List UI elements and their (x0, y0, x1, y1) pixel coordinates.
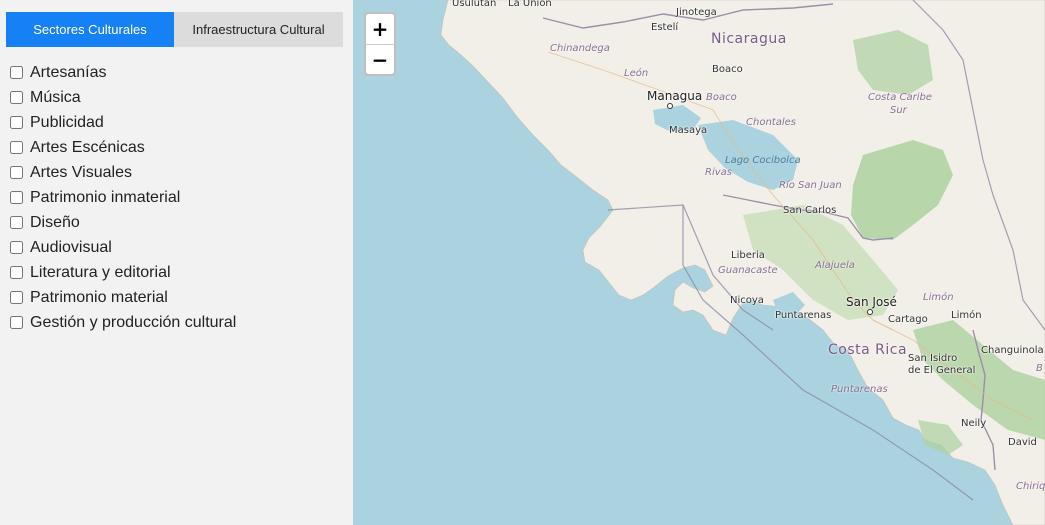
category-item-artes-visuales[interactable]: Artes Visuales (10, 160, 236, 185)
category-item-publicidad[interactable]: Publicidad (10, 110, 236, 135)
category-label: Artesanías (30, 63, 107, 81)
label-david: David (1008, 437, 1037, 448)
label-leon: León (624, 68, 649, 79)
label-jinotega: Jinotega (676, 7, 717, 18)
category-label: Literatura y editorial (30, 263, 171, 281)
label-costa-rica: Costa Rica (828, 342, 908, 358)
label-de-el-general: de El General (908, 365, 976, 376)
label-san-isidro: San Isidro (908, 353, 958, 364)
category-checkbox[interactable] (10, 116, 23, 129)
label-rio-san-juan: Río San Juan (779, 180, 842, 191)
label-chiriqui: Chiriq (1016, 481, 1045, 492)
category-checkbox[interactable] (10, 241, 23, 254)
category-list: Artesanías Música Publicidad Artes Escén… (10, 60, 236, 335)
label-san-jose: San José (846, 295, 897, 309)
label-nicoya: Nicoya (730, 295, 764, 306)
category-label: Gestión y producción cultural (30, 313, 237, 331)
label-bocas-partial: B (1036, 363, 1043, 374)
category-label: Patrimonio material (30, 288, 168, 306)
map-tiles[interactable] (353, 0, 1045, 525)
category-checkbox[interactable] (10, 316, 23, 329)
category-checkbox[interactable] (10, 191, 23, 204)
label-puntarenas-city: Puntarenas (775, 310, 832, 321)
capital-marker-managua (667, 103, 673, 109)
label-lago-cocibolca: Lago Cocibolca (725, 155, 801, 166)
category-item-patrimonio-material[interactable]: Patrimonio material (10, 285, 236, 310)
sidebar: Sectores Culturales Infraestructura Cult… (0, 0, 353, 525)
label-chontales: Chontales (746, 117, 796, 128)
category-checkbox[interactable] (10, 91, 23, 104)
category-checkbox[interactable] (10, 291, 23, 304)
category-item-musica[interactable]: Música (10, 85, 236, 110)
category-item-audiovisual[interactable]: Audiovisual (10, 235, 236, 260)
label-boaco-region: Boaco (706, 92, 737, 103)
label-nicaragua: Nicaragua (711, 31, 787, 47)
label-puntarenas-region: Puntarenas (831, 384, 888, 395)
label-limon-region: Limón (923, 292, 954, 303)
tab-infraestructura-cultural[interactable]: Infraestructura Cultural (174, 12, 343, 47)
label-esteli: Estelí (651, 22, 679, 33)
category-item-artesanias[interactable]: Artesanías (10, 60, 236, 85)
label-neily: Neily (961, 418, 987, 429)
category-label: Publicidad (30, 113, 104, 131)
category-checkbox[interactable] (10, 141, 23, 154)
category-label: Artes Visuales (30, 163, 132, 181)
category-item-patrimonio-inmaterial[interactable]: Patrimonio inmaterial (10, 185, 236, 210)
label-usulutan: Usulután (452, 0, 497, 9)
label-changuinola: Changuinola (981, 345, 1044, 356)
category-checkbox[interactable] (10, 216, 23, 229)
label-chinandega: Chinandega (550, 43, 610, 54)
map-view[interactable]: Usulután La Unión Jinotega Estelí Nicara… (353, 0, 1045, 525)
category-label: Artes Escénicas (30, 138, 145, 156)
sidebar-tabs: Sectores Culturales Infraestructura Cult… (6, 12, 343, 47)
zoom-out-button[interactable]: − (366, 45, 394, 74)
zoom-in-button[interactable]: + (366, 14, 394, 45)
category-checkbox[interactable] (10, 266, 23, 279)
category-item-gestion-produccion[interactable]: Gestión y producción cultural (10, 310, 236, 335)
category-label: Audiovisual (30, 238, 112, 256)
label-san-carlos: San Carlos (783, 205, 837, 216)
label-masaya: Masaya (669, 125, 708, 136)
category-label: Diseño (30, 213, 80, 231)
capital-marker-san-jose (867, 309, 873, 315)
category-item-literatura-editorial[interactable]: Literatura y editorial (10, 260, 236, 285)
label-alajuela: Alajuela (815, 260, 855, 271)
category-item-artes-escenicas[interactable]: Artes Escénicas (10, 135, 236, 160)
label-cartago: Cartago (888, 314, 928, 325)
zoom-control: + − (364, 12, 396, 76)
category-label: Música (30, 88, 81, 106)
category-checkbox[interactable] (10, 166, 23, 179)
tab-sectores-culturales[interactable]: Sectores Culturales (6, 12, 174, 47)
category-item-diseno[interactable]: Diseño (10, 210, 236, 235)
label-limon-city: Limón (951, 310, 982, 321)
category-checkbox[interactable] (10, 66, 23, 79)
label-boaco-city: Boaco (712, 64, 743, 75)
label-costa-caribe-sur: Sur (890, 105, 907, 116)
label-rivas: Rivas (705, 167, 732, 178)
category-label: Patrimonio inmaterial (30, 188, 181, 206)
label-liberia: Liberia (731, 250, 765, 261)
label-managua: Managua (647, 89, 703, 103)
label-costa-caribe: Costa Caribe (868, 92, 933, 103)
label-la-union: La Unión (508, 0, 552, 9)
label-guanacaste: Guanacaste (718, 265, 778, 276)
